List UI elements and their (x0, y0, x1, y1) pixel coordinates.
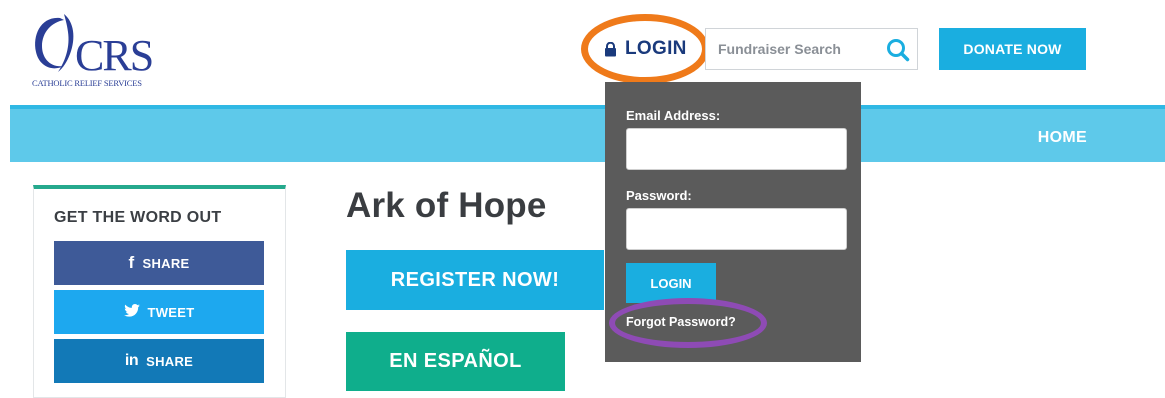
twitter-tweet-label: TWEET (147, 304, 195, 320)
linkedin-share-button[interactable]: in SHARE (54, 339, 264, 383)
page-title: Ark of Hope (346, 186, 547, 225)
twitter-icon (123, 304, 140, 320)
fundraiser-search-input[interactable] (706, 29, 876, 69)
fundraiser-search (705, 28, 918, 70)
logo-wordmark: CRS (75, 31, 154, 80)
twitter-tweet-button[interactable]: TWEET (54, 290, 264, 334)
donate-now-button[interactable]: DONATE NOW (939, 28, 1086, 70)
nav-item-home[interactable]: HOME (1038, 129, 1087, 147)
facebook-icon: f (128, 253, 135, 272)
email-label: Email Address: (626, 108, 721, 123)
login-submit-button[interactable]: LOGIN (626, 263, 716, 303)
password-field[interactable] (626, 208, 847, 250)
en-espanol-button[interactable]: EN ESPAÑOL (346, 332, 565, 391)
register-now-button[interactable]: REGISTER NOW! (346, 250, 604, 310)
header-login-link[interactable]: LOGIN (604, 38, 687, 60)
header-login-label: LOGIN (625, 38, 687, 59)
main-nav-bar: HOME (10, 105, 1165, 162)
linkedin-icon: in (124, 352, 139, 369)
linkedin-share-label: SHARE (146, 353, 194, 369)
facebook-share-button[interactable]: f SHARE (54, 241, 264, 285)
share-sidebar: GET THE WORD OUT f SHARE TWEET in SHARE (33, 185, 286, 398)
email-field[interactable] (626, 128, 847, 170)
logo-tagline: CATHOLIC RELIEF SERVICES (32, 78, 142, 88)
crs-logo[interactable]: CRS CATHOLIC RELIEF SERVICES (30, 12, 160, 92)
password-label: Password: (626, 188, 692, 203)
sidebar-title: GET THE WORD OUT (54, 209, 222, 226)
forgot-password-link[interactable]: Forgot Password? (626, 315, 736, 329)
search-icon[interactable] (885, 37, 911, 63)
lock-icon (604, 41, 617, 57)
login-dropdown-panel: Email Address: Password: LOGIN Forgot Pa… (605, 82, 861, 362)
facebook-share-label: SHARE (142, 255, 190, 271)
